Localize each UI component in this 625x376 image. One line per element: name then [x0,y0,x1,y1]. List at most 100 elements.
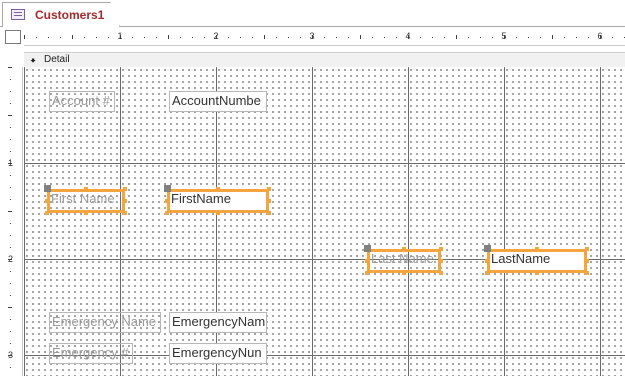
ruler-tick [10,175,11,176]
ruler-tick [324,37,325,38]
sizing-handle[interactable] [535,247,539,251]
ruler-tick [10,151,11,152]
sizing-handle[interactable] [485,271,489,275]
ruler-tick [60,37,61,38]
move-handle[interactable] [164,185,171,192]
sizing-handle[interactable] [365,259,369,263]
last-name-label[interactable]: Last Name [367,249,441,273]
horizontal-ruler[interactable]: 1 2 3 4 5 6 [24,30,625,46]
sizing-handle[interactable] [585,259,589,263]
ruler-tick [10,199,11,200]
ruler-tick [540,37,541,38]
account-number-textbox[interactable]: AccountNumbe [169,91,267,112]
ruler-tick [288,37,289,38]
ruler-tick [96,37,97,38]
document-tab-customers1[interactable]: Customers1 [2,2,120,27]
sizing-handle[interactable] [123,199,127,203]
vertical-ruler[interactable]: 1 2 3 [0,67,23,376]
sizing-handle[interactable] [402,247,406,251]
sizing-handle[interactable] [45,199,49,203]
design-grid[interactable]: Account # AccountNumbe First Name FirstN… [24,67,625,376]
detail-section-bar[interactable]: 🠻 Detail [24,52,625,68]
ruler-tick [24,35,25,39]
move-handle[interactable] [364,245,371,252]
emergency-number-textbox[interactable]: EmergencyNun [169,343,267,364]
ruler-tick [336,37,337,38]
ruler-tick [384,37,385,38]
ruler-number: 2 [8,254,14,264]
ruler-tick [144,37,145,38]
sizing-handle[interactable] [585,271,589,275]
sizing-handle[interactable] [216,187,220,191]
ruler-tick [564,37,565,38]
ruler-tick [10,139,11,140]
ruler-tick [372,37,373,38]
grid-line [408,67,409,376]
first-name-textbox[interactable]: FirstName [167,189,269,213]
sizing-handle[interactable] [267,199,271,203]
ruler-tick [108,37,109,38]
sizing-handle[interactable] [439,259,443,263]
ruler-tick [360,35,361,39]
ruler-tick [132,37,133,38]
ruler-tick [396,37,397,38]
ruler-tick [516,37,517,38]
ruler-number: 4 [405,31,411,41]
ruler-tick [48,37,49,38]
sizing-handle[interactable] [585,247,589,251]
ruler-tick [10,223,11,224]
sizing-handle[interactable] [123,211,127,215]
ruler-tick [228,37,229,38]
ruler-tick [240,37,241,38]
form-icon [11,9,25,20]
ruler-tick [180,37,181,38]
grid-line [24,67,25,376]
ruler-tick [492,37,493,38]
sizing-handle[interactable] [365,271,369,275]
sizing-handle[interactable] [45,211,49,215]
ruler-tick [552,35,553,39]
ruler-tick [528,37,529,38]
ruler-tick [8,67,12,68]
sizing-handle[interactable] [439,247,443,251]
account-number-label[interactable]: Account # [49,91,115,112]
last-name-textbox[interactable]: LastName [487,249,587,273]
sizing-handle[interactable] [267,211,271,215]
move-handle[interactable] [484,245,491,252]
ruler-tick [612,37,613,38]
sizing-handle[interactable] [165,199,169,203]
emergency-name-textbox[interactable]: EmergencyNam [169,312,267,333]
ruler-number: 1 [117,31,123,41]
sizing-handle[interactable] [485,259,489,263]
move-handle[interactable] [44,185,51,192]
ruler-tick [156,37,157,38]
emergency-name-label[interactable]: Emergency Name [49,312,161,333]
ruler-tick [168,35,169,39]
ruler-tick [468,37,469,38]
emergency-number-label[interactable]: Emergency # [49,343,133,364]
ruler-tick [456,35,457,39]
ruler-tick [300,37,301,38]
sizing-handle[interactable] [267,187,271,191]
sizing-handle[interactable] [84,187,88,191]
ruler-number: 6 [597,31,603,41]
sizing-handle[interactable] [216,211,220,215]
grid-line [504,67,505,376]
form-selector-box[interactable] [5,30,21,44]
sizing-handle[interactable] [123,187,127,191]
ruler-number: 3 [309,31,315,41]
ruler-tick [276,37,277,38]
sizing-handle[interactable] [402,271,406,275]
ruler-number: 2 [213,31,219,41]
sizing-handle[interactable] [535,271,539,275]
sizing-handle[interactable] [165,211,169,215]
ruler-tick [588,37,589,38]
sizing-handle[interactable] [84,211,88,215]
section-label: Detail [44,54,70,65]
ruler-tick [576,37,577,38]
ruler-number: 3 [8,350,14,360]
document-tab-bar: Customers1 [0,0,625,27]
first-name-label[interactable]: First Name [47,189,125,213]
sizing-handle[interactable] [439,271,443,275]
ruler-tick [204,37,205,38]
